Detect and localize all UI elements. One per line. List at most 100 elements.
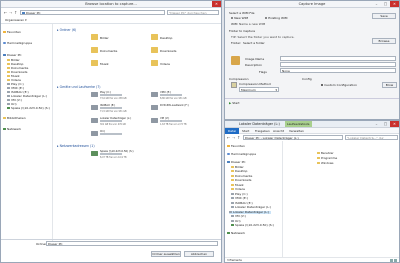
back-icon[interactable]: ← (4, 10, 7, 15)
folder-tile-documents[interactable]: Dokumente (91, 47, 151, 55)
select-folder-button[interactable]: Ordner auswählen (151, 251, 181, 257)
folder-tile-videos[interactable]: Videos (151, 60, 211, 68)
existing-wim-radio[interactable]: Existing WIM (265, 16, 287, 20)
description-input[interactable] (280, 62, 396, 67)
nav-network[interactable]: Netzwerk (227, 231, 245, 236)
videos-folder-icon (151, 60, 158, 66)
close-icon[interactable]: ✕ (212, 1, 221, 7)
file-row[interactable]: Windows (317, 161, 334, 165)
wim-value: Name a new WIM (239, 22, 266, 26)
compression-select[interactable]: Maximum ▾ (239, 87, 279, 92)
folder-tile-downloads[interactable]: Downloads (151, 47, 211, 55)
config-browse-button[interactable]: Brow (382, 82, 397, 88)
drive-tile-c[interactable]: Play (C:) 73,6 GB frei von 238 GB (91, 91, 151, 100)
tab-manage[interactable]: Verwalten (289, 129, 304, 133)
drive-tile-vmx[interactable]: VMX (E:) 8,80 GB frei von 931 GB (151, 91, 211, 100)
drive-tile-v[interactable]: VM (V:) 1,63 TB frei von 2,72 TB (151, 117, 211, 126)
save-button[interactable]: Save (372, 13, 396, 19)
browse-button[interactable]: Browse (372, 38, 396, 44)
folders-header[interactable]: ▸ Ordner (6) (57, 28, 76, 32)
back-icon[interactable]: ← (227, 135, 230, 140)
nav-homegroup[interactable]: Heimnetzgruppe (3, 41, 32, 46)
minimize-icon[interactable]: – (372, 121, 381, 127)
forward-icon[interactable]: → (232, 135, 235, 140)
nav-label: Dieser PC (7, 53, 22, 58)
drive-tile-isobau[interactable]: ISOBAU (E:) 71,5 GB frei von 931 GB (91, 104, 151, 113)
nav-network-drive[interactable]: Spiele (\\10.223.0.50) (S:) (7, 106, 50, 111)
address-bar[interactable]: Dieser PC (20, 10, 165, 15)
file-row[interactable]: Benutzer (317, 151, 334, 155)
folder-tile-pictures[interactable]: Bilder (91, 34, 151, 42)
drive-icon (7, 91, 10, 94)
status-text: 3 Elemente (227, 259, 242, 262)
new-wim-label: New WIM (234, 16, 249, 20)
nav-homegroup[interactable]: Heimnetzgruppe (227, 152, 256, 157)
close-icon[interactable]: ✕ (390, 1, 399, 7)
drive-info: 1,63 TB frei von 2,72 TB (160, 122, 187, 126)
maximize-icon[interactable]: □ (381, 1, 390, 7)
existing-wim-label: Existing WIM (268, 16, 288, 20)
file-row[interactable]: Programme (317, 156, 337, 160)
explorer-address-bar[interactable]: Dieser PC › Lokaler Datenträger (L:) (243, 135, 343, 140)
nav-favorites[interactable]: Favoriten (3, 30, 21, 35)
details-view-icon[interactable] (390, 258, 393, 262)
drive-tile-l[interactable]: Lokaler Datenträger (L:) 301 GB frei von … (91, 117, 151, 126)
drive-icon (91, 105, 98, 110)
drive-info: 73,6 GB frei von 238 GB (100, 96, 127, 100)
forward-icon[interactable]: → (9, 10, 12, 15)
up-icon[interactable]: ↑ (14, 10, 17, 15)
start-button[interactable]: ▶ Start (229, 101, 240, 105)
tiles-view-icon[interactable] (394, 258, 397, 262)
network-header[interactable]: ▸ Netzwerkadressen (1) (57, 144, 95, 148)
folder-input[interactable]: Dieser PC (46, 241, 218, 246)
drive-icon (7, 87, 10, 90)
folder-tile-desktop[interactable]: Desktop (151, 34, 211, 42)
explorer-search-input[interactable]: "Lokaler Datenträ..." dur (345, 135, 398, 140)
drive-icon (231, 192, 234, 195)
flags-select[interactable]: None (280, 68, 396, 73)
drive-usage-bar (100, 133, 122, 136)
wim-label: WIM (231, 22, 238, 26)
new-wim-radio[interactable]: New WIM (231, 16, 248, 20)
drive-info: 71,5 GB frei von 931 GB (100, 109, 127, 113)
folder-tile-music[interactable]: Musik (91, 60, 151, 68)
drive-name: DVD-RW-Laufwerk (F:) (160, 104, 189, 107)
tab-view[interactable]: Ansicht (273, 129, 284, 133)
file-name: Benutzer (321, 151, 334, 155)
organize-menu[interactable]: Organisieren ▾ (5, 18, 27, 22)
drive-tile-ori[interactable]: Ori) (91, 130, 151, 139)
custom-config-checkbox[interactable]: Custom Configuration (321, 83, 357, 87)
context-tab[interactable]: Laufwerkstools (285, 121, 312, 127)
minimize-icon[interactable]: – (372, 1, 381, 7)
tab-share[interactable]: Freigeben (255, 129, 270, 133)
maximize-icon[interactable]: □ (381, 121, 390, 127)
tab-file[interactable]: Datei (225, 128, 240, 134)
close-icon[interactable]: ✕ (390, 121, 399, 127)
image-name-input[interactable] (280, 56, 396, 61)
drives-header[interactable]: ▸ Geräte und Laufwerke (7) (57, 85, 101, 89)
nav-libraries[interactable]: Bibliotheken (3, 116, 26, 121)
tab-start[interactable]: Start (242, 129, 249, 133)
dvd-drive-icon (151, 105, 158, 110)
config-group-label: Config (302, 77, 312, 81)
nav-favorites[interactable]: Favoriten (227, 144, 245, 149)
capture-folder-label: Folder: (231, 41, 242, 45)
browse-titlebar: Browse location to capture... ✕ (1, 1, 221, 8)
up-icon[interactable]: ↑ (237, 135, 240, 140)
drive-icon (7, 99, 10, 102)
nav-network-drive[interactable]: Spiele (\\10.223.0.50) (S:) (231, 223, 274, 228)
drive-tile-dvd[interactable]: DVD-RW-Laufwerk (F:) (151, 104, 211, 113)
cancel-button[interactable]: Abbrechen (184, 251, 214, 257)
nav-network[interactable]: Netzwerk (3, 127, 22, 132)
drive-icon (151, 92, 158, 97)
nav-label: VM (V:) (235, 214, 246, 219)
search-input[interactable]: "Dieser PC" durchsuchen (167, 10, 219, 15)
explorer-search-placeholder: "Lokaler Datenträ..." dur (347, 136, 384, 140)
nav-label: Netzwerk (7, 127, 22, 132)
network-drive-tile[interactable]: Spiele (\\10.223.0.50) (S:) 8,07 TB frei … (91, 150, 161, 159)
explorer-status-bar: 3 Elemente (225, 257, 399, 262)
folder-icon (7, 63, 10, 66)
folder-icon (231, 188, 234, 191)
bottom-divider (1, 239, 221, 240)
pc-icon (22, 11, 25, 15)
